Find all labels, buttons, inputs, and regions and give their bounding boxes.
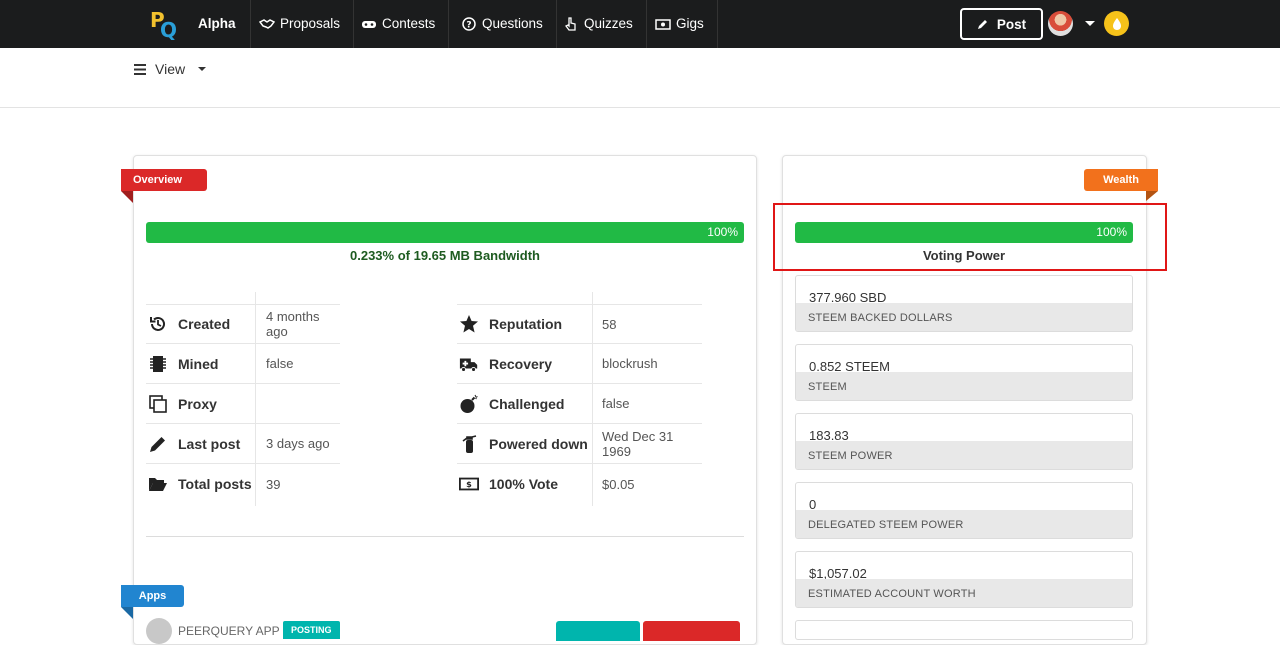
nav-item-gigs[interactable]: Gigs xyxy=(642,0,718,48)
info-key: Total posts xyxy=(178,476,252,492)
info-key: Last post xyxy=(178,435,241,452)
info-row-last-post: Last post 3 days ago xyxy=(146,424,340,464)
stat-steem: 0.852 STEEM STEEM xyxy=(795,344,1133,401)
info-row-reputation: Reputation 58 xyxy=(457,304,702,344)
chevron-down-icon[interactable] xyxy=(1085,21,1095,26)
info-row-recovery: Recovery blockrush xyxy=(457,344,702,384)
copy-icon xyxy=(149,394,167,413)
bandwidth-progress-bar: 100% xyxy=(146,222,744,243)
question-circle-icon: ? xyxy=(462,17,476,31)
app-item[interactable]: PEERQUERY APP xyxy=(146,618,280,644)
pencil-icon xyxy=(977,20,987,29)
app-action-button[interactable] xyxy=(556,621,640,641)
posting-badge: POSTING xyxy=(283,621,340,639)
microchip-icon xyxy=(150,355,166,372)
stat-delegated-steem-power: 0 DELEGATED STEEM POWER xyxy=(795,482,1133,539)
bandwidth-label: 0.233% of 19.65 MB Bandwidth xyxy=(350,248,540,263)
overview-ribbon: Overview xyxy=(121,169,207,203)
pencil-icon xyxy=(150,436,165,452)
stat-label: STEEM BACKED DOLLARS xyxy=(796,303,1132,331)
stat-label: ESTIMATED ACCOUNT WORTH xyxy=(796,579,1132,607)
info-key: Mined xyxy=(178,355,219,372)
money-bill-icon xyxy=(655,19,671,30)
stat-sbd: 377.960 SBD STEEM BACKED DOLLARS xyxy=(795,275,1133,332)
ambulance-icon xyxy=(459,358,478,372)
info-row-created: Created 4 months ago xyxy=(146,304,340,344)
stat-steem-power: 183.83 STEEM POWER xyxy=(795,413,1133,470)
info-key: Proxy xyxy=(178,395,217,412)
fire-extinguisher-icon xyxy=(462,434,477,453)
info-key: 100% Vote xyxy=(489,476,558,492)
nav-item-label: Questions xyxy=(482,16,543,31)
app-avatar xyxy=(146,618,172,644)
nav-item-label: Quizzes xyxy=(584,16,633,31)
info-row-total-posts: Total posts 39 xyxy=(146,464,340,504)
apps-ribbon: Apps xyxy=(121,585,184,619)
info-key: Powered down xyxy=(489,435,588,452)
top-navbar: PQ Alpha Proposals Contests ? Questions … xyxy=(0,0,1280,48)
nav-item-proposals[interactable]: Proposals xyxy=(246,0,355,48)
app-name: PEERQUERY APP xyxy=(178,624,280,638)
stat-next xyxy=(795,620,1133,640)
info-key: Reputation xyxy=(489,316,563,332)
info-value: 39 xyxy=(266,476,281,492)
info-value: $0.05 xyxy=(602,476,635,492)
nav-alpha[interactable]: Alpha xyxy=(184,0,251,48)
info-key: Recovery xyxy=(489,355,553,372)
info-value: 3 days ago xyxy=(266,436,330,451)
info-row-challenged: Challenged false xyxy=(457,384,702,424)
nav-alpha-label: Alpha xyxy=(198,16,236,31)
stat-label: STEEM POWER xyxy=(796,441,1132,469)
svg-text:$: $ xyxy=(466,479,472,489)
handshake-icon xyxy=(259,19,275,29)
wealth-ribbon: Wealth xyxy=(1084,169,1158,201)
info-value: blockrush xyxy=(602,356,658,371)
info-row-powered-down: Powered down Wed Dec 31 1969 xyxy=(457,424,702,464)
hand-pointer-icon xyxy=(565,17,576,31)
app-revoke-button[interactable] xyxy=(643,621,740,641)
highlight-box xyxy=(773,203,1167,271)
sub-toolbar: View xyxy=(0,48,1280,108)
section-divider xyxy=(146,536,744,537)
menu-icon xyxy=(134,63,146,75)
info-row-vote-value: $ 100% Vote $0.05 xyxy=(457,464,702,504)
info-value: 58 xyxy=(602,316,617,332)
info-value: false xyxy=(266,356,294,371)
view-dropdown[interactable]: View xyxy=(134,61,207,77)
nav-item-questions[interactable]: ? Questions xyxy=(448,0,557,48)
folder-open-icon xyxy=(149,478,167,491)
nav-item-contests[interactable]: Contests xyxy=(348,0,450,48)
view-label: View xyxy=(155,61,186,77)
stat-label: DELEGATED STEEM POWER xyxy=(796,510,1132,538)
money-bill-icon: $ xyxy=(459,477,479,491)
peerquery-logo[interactable]: PQ xyxy=(150,8,177,42)
info-key: Challenged xyxy=(489,395,565,412)
bandwidth-percent: 100% xyxy=(707,225,738,239)
bomb-icon xyxy=(460,394,478,413)
svg-text:?: ? xyxy=(466,21,471,31)
nav-item-label: Contests xyxy=(382,16,436,31)
caret-down-icon xyxy=(198,67,207,71)
info-value: Wed Dec 31 1969 xyxy=(602,428,674,459)
nav-item-label: Proposals xyxy=(280,16,341,31)
post-button[interactable]: Post xyxy=(960,8,1043,40)
post-button-label: Post xyxy=(996,16,1027,32)
info-value: false xyxy=(602,396,630,411)
star-icon xyxy=(460,315,478,333)
nav-item-label: Gigs xyxy=(676,16,704,31)
user-avatar[interactable] xyxy=(1048,11,1073,36)
info-row-mined: Mined false xyxy=(146,344,340,384)
steem-coin-icon[interactable] xyxy=(1104,11,1129,36)
nav-item-quizzes[interactable]: Quizzes xyxy=(550,0,647,48)
info-value: 4 months ago xyxy=(266,309,320,339)
gamepad-icon xyxy=(362,21,376,28)
info-key: Created xyxy=(178,316,231,332)
info-row-proxy: Proxy xyxy=(146,384,340,424)
stat-account-worth: $1,057.02 ESTIMATED ACCOUNT WORTH xyxy=(795,551,1133,608)
history-icon xyxy=(150,316,165,331)
stat-label: STEEM xyxy=(796,372,1132,400)
